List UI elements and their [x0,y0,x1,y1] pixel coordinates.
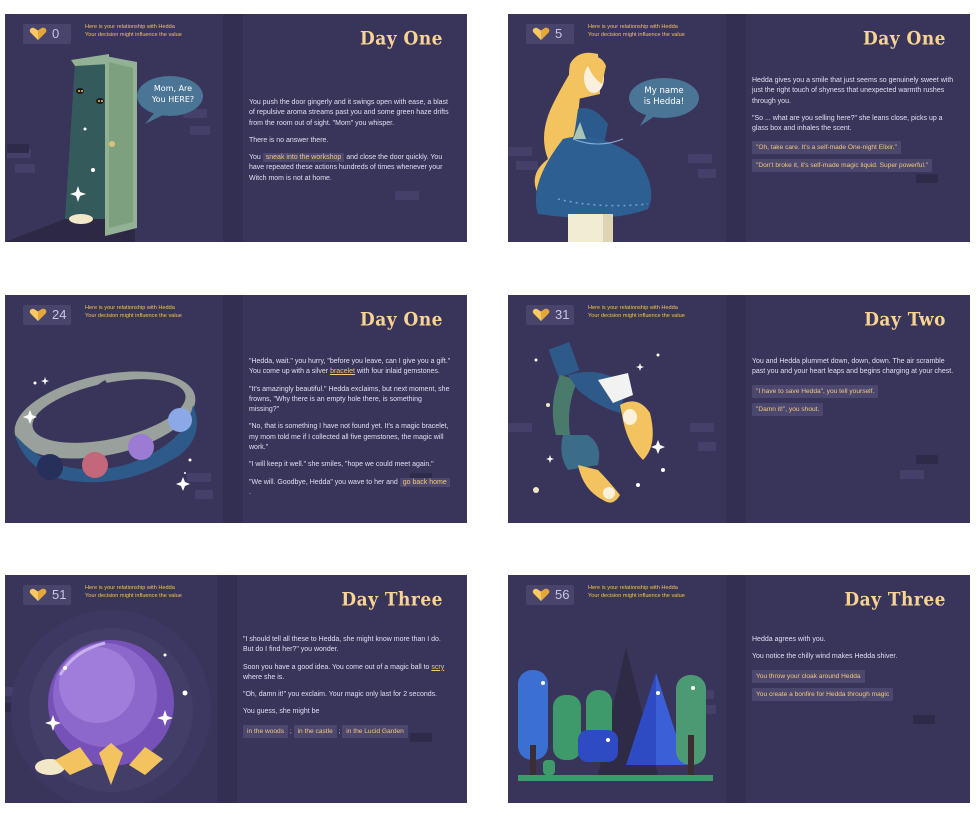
door-illustration [5,54,203,242]
speech-bubble: My name is Hedda! [643,86,685,107]
scene-panel-5: 51 Here is your relationship with Hedda … [5,575,467,803]
hedda-illustration [534,52,699,242]
wall-brick [913,715,935,724]
wall-brick [916,455,938,464]
scene-panel-6: 56 Here is your relationship with Hedda … [508,575,970,803]
story-text: "Hedda, wait." you hurry, "before you le… [249,358,451,496]
scene-panel-2: 5 Here is your relationship with Hedda Y… [508,14,970,242]
bracelet-illustration [14,371,197,491]
scene-panel-4: 31 Here is your relationship with Hedda … [508,295,970,523]
panel-divider [726,295,746,523]
crystal-ball-illustration [11,610,211,803]
story-text: Hedda agrees with you. You notice the ch… [752,635,956,706]
choice-sneak-into-workshop[interactable]: sneak into the workshop [262,153,345,163]
choice-in-the-lucid-garden[interactable]: in the Lucid Garden [342,724,408,738]
panel-divider [726,575,746,803]
choice-save-hedda[interactable]: "I have to save Hedda", you tell yoursel… [752,384,879,398]
day-title: Day Two [864,309,946,331]
bracelet-link[interactable]: bracelet [330,368,355,375]
falling-illustration [533,342,665,503]
choice-magic-liquid[interactable]: "Don't broke it, it's self-made magic li… [752,159,933,173]
story-text: You and Hedda plummet down, down, down. … [752,357,956,421]
choice-one-night-elixir[interactable]: "Oh, take care. It's a self-made One-nig… [752,141,901,155]
scene-panel-3: 24 Here is your relationship with Hedda … [5,295,467,523]
story-text: "I should tell all these to Hedda, she m… [243,635,453,743]
day-title: Day One [359,28,443,50]
panel-divider [223,295,243,523]
forest-illustration [518,647,713,781]
story-text: Hedda gives you a smile that just seems … [752,76,956,177]
choice-create-bonfire[interactable]: You create a bonfire for Hedda through m… [752,687,894,701]
panel-divider [217,575,237,803]
scry-link[interactable]: scry [431,664,444,671]
wall-brick [900,470,924,479]
panel-divider [223,14,243,242]
choice-go-back-home[interactable]: go back home [399,477,450,487]
day-title: Day One [359,309,443,331]
choice-in-the-woods[interactable]: in the woods [243,724,289,738]
day-title: Day Three [341,589,443,611]
speech-bubble: Mom, Are You HERE? [151,84,195,104]
day-title: Day One [862,28,946,50]
story-text: You push the door gingerly and it swings… [249,99,449,182]
day-title: Day Three [844,589,946,611]
choice-throw-cloak[interactable]: You throw your cloak around Hedda [752,669,865,683]
panel-divider [726,14,746,242]
wall-brick [395,191,419,200]
scene-panel-1: 0 Here is your relationship with Hedda Y… [5,14,467,242]
choice-in-the-castle[interactable]: in the castle [293,724,337,738]
choice-damn-it[interactable]: "Damn it!", you shout. [752,402,824,416]
